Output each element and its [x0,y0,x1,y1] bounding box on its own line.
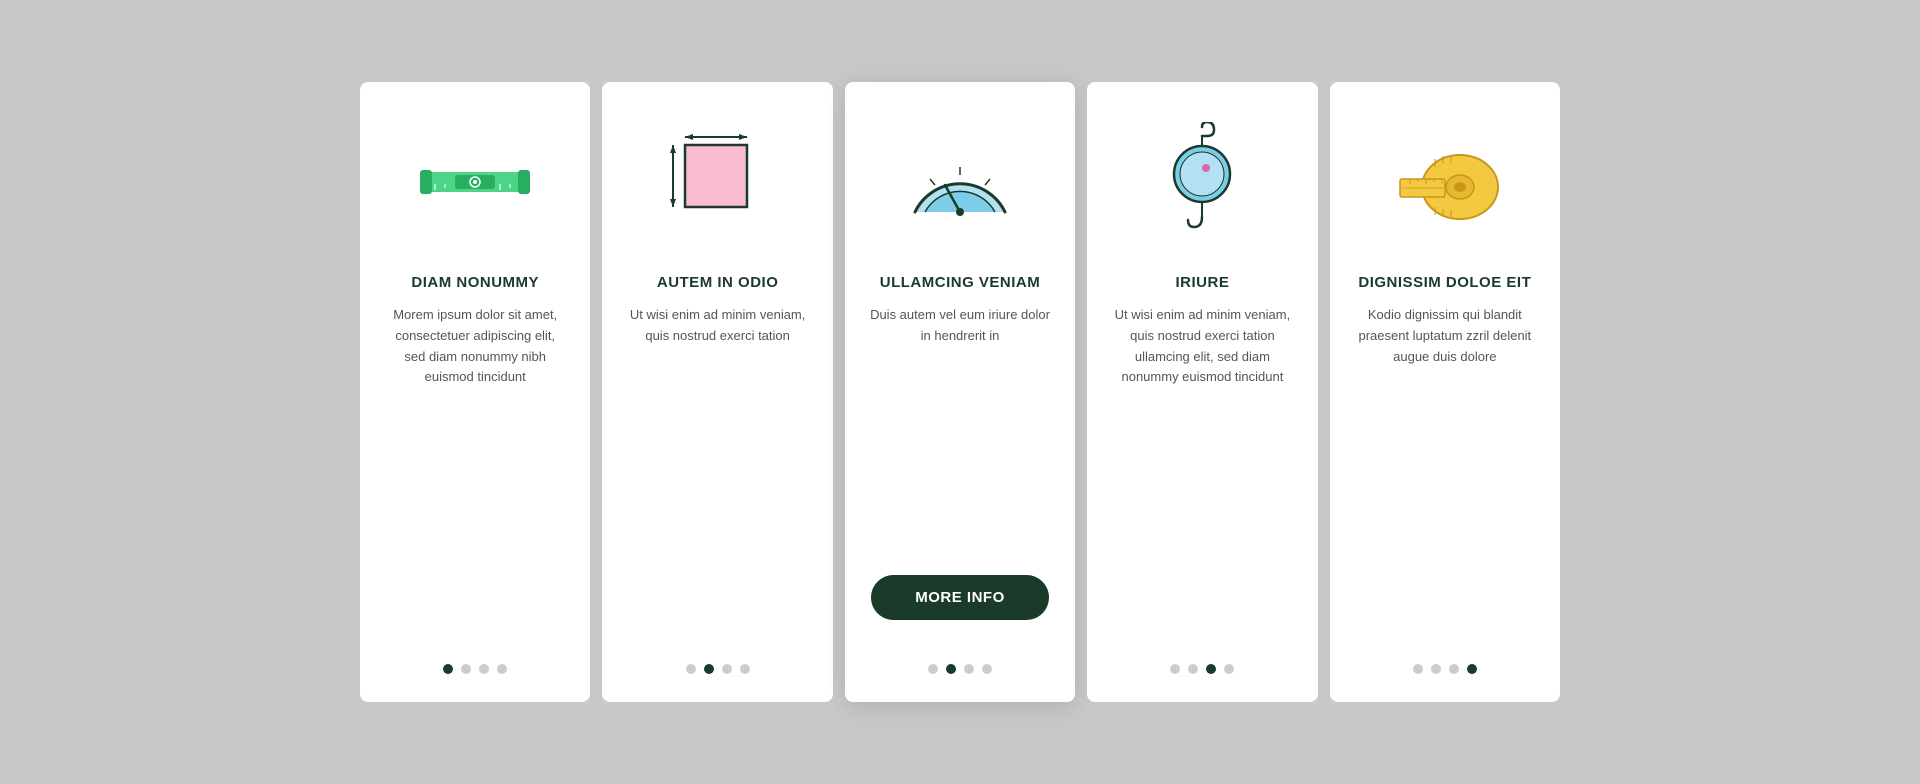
dot [1224,664,1234,674]
card-1-title: DIAM NONUMMY [411,274,539,291]
dot [1467,664,1477,674]
dot [740,664,750,674]
dimension-icon [658,122,778,242]
dot [722,664,732,674]
dot [479,664,489,674]
card-1-dots [443,644,507,674]
card-2-dots [686,644,750,674]
card-iriure: IRIURE Ut wisi enim ad minim veniam, qui… [1087,82,1317,702]
card-4-text: Ut wisi enim ad minim veniam, quis nostr… [1111,305,1293,644]
card-2-text: Ut wisi enim ad minim veniam, quis nostr… [626,305,808,644]
dot [982,664,992,674]
card-5-dots [1413,644,1477,674]
dot [686,664,696,674]
card-ullamcing-veniam: ULLAMCING VENIAM Duis autem vel eum iriu… [845,82,1075,702]
card-4-dots [1170,644,1234,674]
card-3-dots [928,644,992,674]
dot [964,664,974,674]
card-1-text: Morem ipsum dolor sit amet, consectetuer… [384,305,566,644]
dot [1413,664,1423,674]
card-dignissim: DIGNISSIM DOLOE EIT Kodio dignissim qui … [1330,82,1560,702]
dot [443,664,453,674]
card-4-title: IRIURE [1176,274,1230,291]
dot [704,664,714,674]
level-icon [415,122,535,242]
dot [1431,664,1441,674]
cards-container: DIAM NONUMMY Morem ipsum dolor sit amet,… [360,82,1560,702]
dot [1188,664,1198,674]
hanging-scale-icon [1142,122,1262,242]
more-info-button[interactable]: MORE INFO [871,575,1049,620]
dot [946,664,956,674]
scale-icon [900,122,1020,242]
card-3-title: ULLAMCING VENIAM [880,274,1041,291]
card-5-text: Kodio dignissim qui blandit praesent lup… [1354,305,1536,644]
dot [1170,664,1180,674]
dot [928,664,938,674]
card-diam-nonummy: DIAM NONUMMY Morem ipsum dolor sit amet,… [360,82,590,702]
dot [1206,664,1216,674]
card-5-title: DIGNISSIM DOLOE EIT [1358,274,1531,291]
tape-measure-icon [1385,122,1505,242]
card-autem-in-odio: AUTEM IN ODIO Ut wisi enim ad minim veni… [602,82,832,702]
dot [1449,664,1459,674]
dot [461,664,471,674]
dot [497,664,507,674]
card-3-text: Duis autem vel eum iriure dolor in hendr… [869,305,1051,557]
card-2-title: AUTEM IN ODIO [657,274,779,291]
